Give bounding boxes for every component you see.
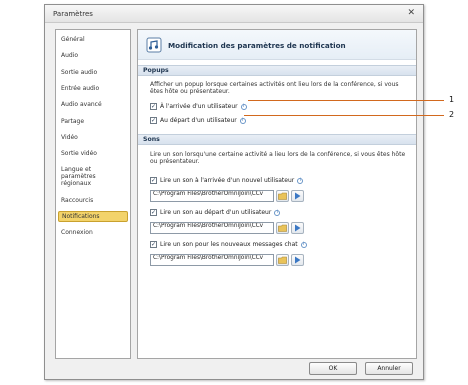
popup-arrival-checkbox[interactable]: ✓ (150, 103, 157, 110)
title-bar: Paramètres ✕ (45, 5, 423, 23)
cancel-button[interactable]: Annuler (365, 362, 413, 375)
popup-departure-option[interactable]: ✓ Au départ d'un utilisateur i (150, 116, 246, 125)
callout-number-2: 2 (449, 110, 455, 119)
play-sound-button[interactable] (291, 221, 304, 234)
sound-departure-path-input[interactable]: C:\Program Files\BrotherOmniJoin\CCv (150, 221, 274, 234)
sidebar-item-audio[interactable]: Audio (58, 51, 128, 60)
sound-chat-checkbox[interactable]: ✓ (150, 241, 157, 248)
sons-description: Lire un son lorsqu'une certaine activité… (150, 151, 406, 166)
popup-arrival-label: À l'arrivée d'un utilisateur (160, 103, 238, 110)
browse-folder-button[interactable] (276, 221, 289, 234)
sound-arrival-path-input[interactable]: C:\Program Files\BrotherOmniJoin\CCv (150, 189, 274, 202)
sidebar-item-shortcuts[interactable]: Raccourcis (58, 196, 128, 205)
sound-chat-file-row: C:\Program Files\BrotherOmniJoin\CCv (150, 253, 304, 266)
play-icon (295, 224, 301, 231)
content-header: Modification des paramètres de notificat… (138, 30, 416, 60)
sound-arrival-label: Lire un son à l'arrivée d'un nouvel util… (160, 177, 295, 184)
callout-line-1 (248, 100, 444, 101)
sidebar-item-video[interactable]: Vidéo (58, 133, 128, 142)
settings-sidebar: Général Audio Sortie audio Entrée audio … (55, 29, 131, 359)
callout-line-2 (244, 115, 444, 116)
sidebar-item-language[interactable]: Langue et paramètres régionaux (58, 165, 128, 188)
ok-button[interactable]: OK (309, 362, 357, 375)
play-icon (295, 192, 301, 199)
popup-departure-label: Au départ d'un utilisateur (160, 117, 237, 124)
info-icon[interactable]: i (239, 117, 246, 124)
sons-section-header: Sons (138, 134, 416, 145)
browse-folder-button[interactable] (276, 189, 289, 202)
close-icon[interactable]: ✕ (407, 8, 415, 18)
folder-icon (278, 224, 287, 232)
info-icon[interactable]: i (240, 103, 247, 110)
play-icon (295, 256, 301, 263)
browse-folder-button[interactable] (276, 253, 289, 266)
sound-departure-label: Lire un son au départ d'un utilisateur (160, 209, 272, 216)
settings-window: Paramètres ✕ Général Audio Sortie audio … (44, 4, 424, 380)
sidebar-item-audio-input[interactable]: Entrée audio (58, 84, 128, 93)
sound-chat-option[interactable]: ✓ Lire un son pour les nouveaux messages… (150, 240, 307, 249)
sound-arrival-file-row: C:\Program Files\BrotherOmniJoin\CCv (150, 189, 304, 202)
sidebar-item-sharing[interactable]: Partage (58, 117, 128, 126)
sidebar-item-video-output[interactable]: Sortie vidéo (58, 149, 128, 158)
sidebar-item-general[interactable]: Général (58, 35, 128, 44)
popups-section-header: Popups (138, 65, 416, 76)
play-sound-button[interactable] (291, 253, 304, 266)
sidebar-item-advanced-audio[interactable]: Audio avancé (58, 100, 128, 109)
window-title: Paramètres (53, 10, 93, 18)
sound-arrival-checkbox[interactable]: ✓ (150, 177, 157, 184)
play-sound-button[interactable] (291, 189, 304, 202)
info-icon[interactable]: i (274, 209, 281, 216)
folder-icon (278, 192, 287, 200)
popup-arrival-option[interactable]: ✓ À l'arrivée d'un utilisateur i (150, 102, 247, 111)
info-icon[interactable]: i (300, 241, 307, 248)
folder-icon (278, 256, 287, 264)
sidebar-item-audio-output[interactable]: Sortie audio (58, 68, 128, 77)
info-icon[interactable]: i (297, 177, 304, 184)
popup-departure-checkbox[interactable]: ✓ (150, 117, 157, 124)
sound-departure-option[interactable]: ✓ Lire un son au départ d'un utilisateur… (150, 208, 281, 217)
callout-number-1: 1 (449, 95, 455, 104)
sound-departure-file-row: C:\Program Files\BrotherOmniJoin\CCv (150, 221, 304, 234)
notification-settings-icon (146, 37, 162, 53)
sound-arrival-option[interactable]: ✓ Lire un son à l'arrivée d'un nouvel ut… (150, 176, 304, 185)
sidebar-item-connection[interactable]: Connexion (58, 228, 128, 237)
sound-chat-label: Lire un son pour les nouveaux messages c… (160, 241, 298, 248)
page-title: Modification des paramètres de notificat… (168, 41, 346, 50)
sidebar-item-notifications[interactable]: Notifications (58, 211, 128, 222)
settings-content: Modification des paramètres de notificat… (137, 29, 417, 359)
sound-departure-checkbox[interactable]: ✓ (150, 209, 157, 216)
sound-chat-path-input[interactable]: C:\Program Files\BrotherOmniJoin\CCv (150, 253, 274, 266)
popups-description: Afficher un popup lorsque certaines acti… (150, 81, 399, 96)
